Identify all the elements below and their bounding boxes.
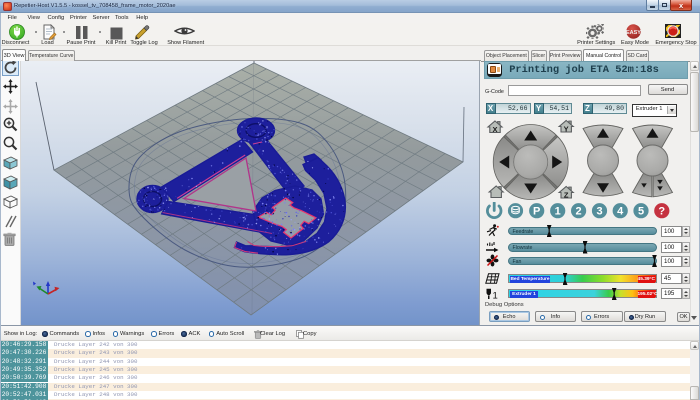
svg-text:4: 4 bbox=[617, 206, 624, 218]
svg-text:P: P bbox=[533, 206, 540, 218]
svg-text:5: 5 bbox=[638, 206, 644, 218]
svg-text:1: 1 bbox=[493, 291, 498, 302]
svg-text:Y: Y bbox=[564, 125, 569, 134]
svg-text:2: 2 bbox=[576, 206, 582, 218]
svg-text:Z: Z bbox=[564, 191, 569, 200]
svg-text:X: X bbox=[492, 125, 497, 134]
svg-text:EASY: EASY bbox=[626, 30, 641, 36]
svg-text:?: ? bbox=[658, 206, 665, 218]
svg-text:1: 1 bbox=[555, 206, 561, 218]
svg-text:3: 3 bbox=[596, 206, 602, 218]
